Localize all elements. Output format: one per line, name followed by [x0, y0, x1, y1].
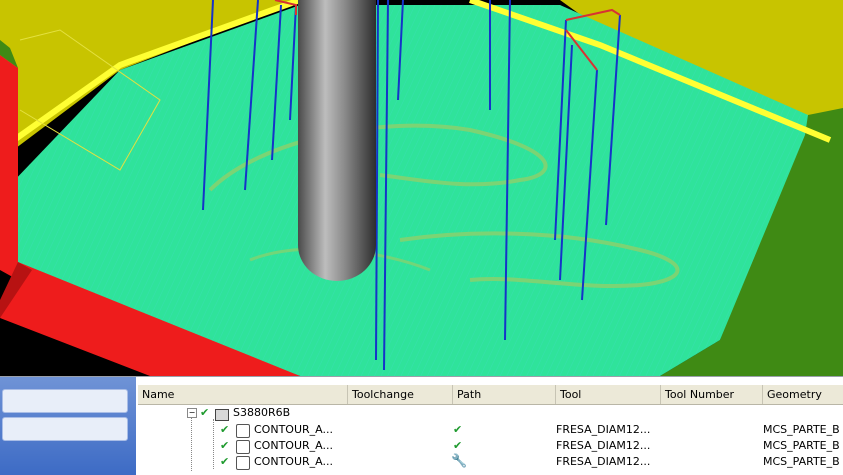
- tool-name: FRESA_DIAM12...: [556, 439, 651, 452]
- table-row[interactable]: ✔ CONTOUR_A... ✔ FRESA_DIAM12... MCS_PAR…: [138, 422, 843, 438]
- table-row-group[interactable]: − ✔ S3880R6B: [138, 405, 843, 421]
- geometry-name: MCS_PARTE_B: [763, 455, 840, 468]
- contour-operation-icon: [236, 423, 250, 439]
- column-header-name[interactable]: Name: [138, 385, 348, 404]
- toolpath-scene: [0, 0, 843, 376]
- column-header-toolchange[interactable]: Toolchange: [348, 385, 453, 404]
- wrench-icon: 🔧: [451, 454, 468, 469]
- tool-name: FRESA_DIAM12...: [556, 423, 651, 436]
- tool-name: FRESA_DIAM12...: [556, 455, 651, 468]
- resource-bar-button[interactable]: [2, 417, 128, 441]
- check-icon: ✔: [220, 455, 230, 468]
- operation-name: CONTOUR_A...: [254, 455, 333, 468]
- operation-name: CONTOUR_A...: [254, 439, 333, 452]
- column-header-geometry[interactable]: Geometry: [763, 385, 843, 404]
- check-icon: ✔: [220, 439, 230, 452]
- contour-operation-icon: [236, 455, 250, 471]
- stock-left: [0, 55, 18, 280]
- table-row[interactable]: ✔ CONTOUR_A... 🔧 FRESA_DIAM12... MCS_PAR…: [138, 454, 843, 470]
- operation-name: CONTOUR_A...: [254, 423, 333, 436]
- ball-end-tool: [298, 0, 376, 281]
- tool-shank: [298, 0, 376, 245]
- resource-bar: [0, 377, 136, 475]
- path-check-icon: ✔: [453, 423, 463, 436]
- column-header-tool[interactable]: Tool: [556, 385, 661, 404]
- table-row[interactable]: ✔ CONTOUR_A... ✔ FRESA_DIAM12... MCS_PAR…: [138, 438, 843, 454]
- collapse-icon[interactable]: −: [187, 408, 197, 418]
- check-icon: ✔: [200, 406, 210, 419]
- operation-navigator-panel: Name Toolchange Path Tool Tool Number Ge…: [0, 376, 843, 475]
- column-header-path[interactable]: Path: [453, 385, 556, 404]
- check-icon: ✔: [220, 423, 230, 436]
- path-check-icon: ✔: [453, 439, 463, 452]
- geometry-name: MCS_PARTE_B: [763, 439, 840, 452]
- resource-bar-button[interactable]: [2, 389, 128, 413]
- graphics-viewport[interactable]: [0, 0, 843, 376]
- contour-operation-icon: [236, 439, 250, 455]
- column-header-tool-number[interactable]: Tool Number: [661, 385, 763, 404]
- table-header: Name Toolchange Path Tool Tool Number Ge…: [138, 385, 843, 405]
- operation-table: Name Toolchange Path Tool Tool Number Ge…: [138, 377, 843, 475]
- group-name: S3880R6B: [233, 406, 291, 419]
- tool-ball-tip: [298, 209, 376, 281]
- group-icon: [215, 407, 229, 423]
- geometry-name: MCS_PARTE_B: [763, 423, 840, 436]
